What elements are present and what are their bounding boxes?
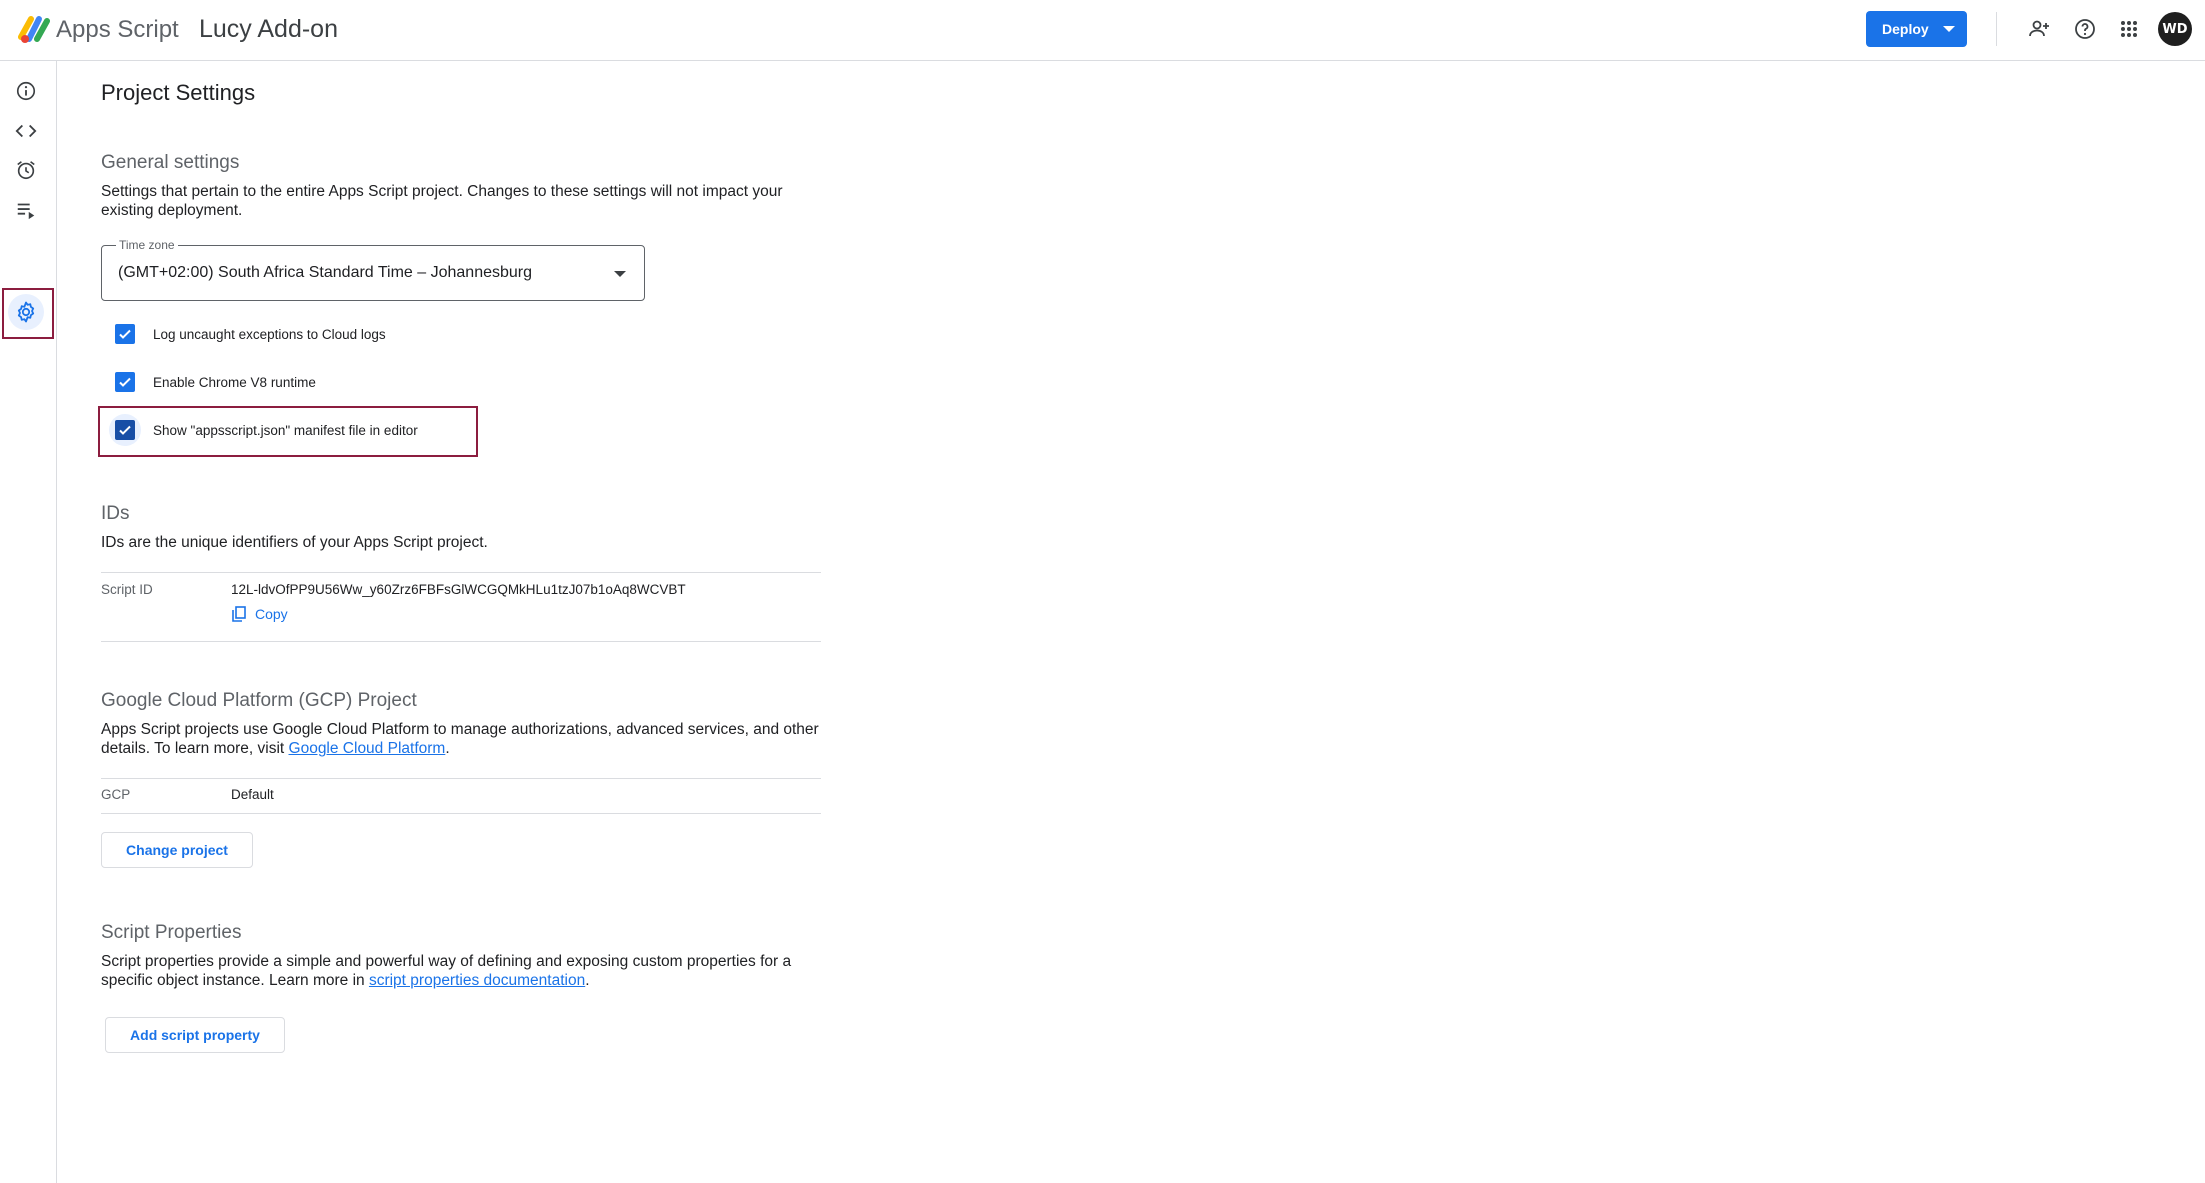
gcp-value: Default <box>231 787 274 802</box>
overview-info-icon[interactable] <box>10 75 42 107</box>
script-properties-docs-link[interactable]: script properties documentation <box>369 972 585 989</box>
divider <box>101 778 821 779</box>
project-name[interactable]: Lucy Add-on <box>199 14 338 44</box>
account-avatar[interactable]: WD <box>2158 12 2192 46</box>
gcp-description-suffix: . <box>445 740 450 757</box>
timezone-select[interactable]: Time zone (GMT+02:00) South Africa Stand… <box>101 237 645 301</box>
timezone-label: Time zone <box>116 237 178 253</box>
script-properties-suffix: . <box>585 972 590 989</box>
gcp-link[interactable]: Google Cloud Platform <box>289 740 446 757</box>
gcp-label: GCP <box>101 787 131 802</box>
checkbox-checked-icon[interactable] <box>115 324 135 344</box>
gcp-description-text: Apps Script projects use Google Cloud Pl… <box>101 721 819 757</box>
add-script-property-button[interactable]: Add script property <box>105 1017 285 1053</box>
checkbox-log-exceptions[interactable]: Log uncaught exceptions to Cloud logs <box>115 317 386 351</box>
checkbox-label: Enable Chrome V8 runtime <box>153 374 316 390</box>
gcp-title: Google Cloud Platform (GCP) Project <box>101 690 417 711</box>
gcp-description: Apps Script projects use Google Cloud Pl… <box>101 720 821 758</box>
share-person-add-icon[interactable] <box>2024 14 2054 44</box>
ids-description: IDs are the unique identifiers of your A… <box>101 534 488 551</box>
checkbox-checked-icon[interactable] <box>115 372 135 392</box>
copy-button[interactable]: Copy <box>231 606 288 622</box>
divider <box>101 572 821 573</box>
help-icon[interactable] <box>2070 14 2100 44</box>
rail-highlight-annotation <box>2 288 54 339</box>
timezone-value: (GMT+02:00) South Africa Standard Time –… <box>118 264 533 281</box>
header-divider <box>1996 12 1997 46</box>
ids-title: IDs <box>101 503 130 524</box>
divider <box>101 813 821 814</box>
dropdown-arrow-icon <box>614 271 626 277</box>
page-title: Project Settings <box>101 80 256 105</box>
top-app-bar: Apps Script Lucy Add-on Deploy WD <box>0 0 2205 61</box>
deploy-button[interactable]: Deploy <box>1866 11 1967 47</box>
change-project-button[interactable]: Change project <box>101 832 253 868</box>
script-properties-title: Script Properties <box>101 922 242 943</box>
apps-script-logo-icon[interactable] <box>17 13 51 45</box>
checkbox-v8-runtime[interactable]: Enable Chrome V8 runtime <box>115 365 316 399</box>
script-id-label: Script ID <box>101 582 153 597</box>
copy-icon <box>232 606 246 622</box>
chevron-down-icon <box>1942 26 1955 32</box>
general-settings-description: Settings that pertain to the entire Apps… <box>101 183 783 219</box>
editor-code-icon[interactable] <box>10 115 42 147</box>
script-properties-description: Script properties provide a simple and p… <box>101 952 821 990</box>
triggers-alarm-icon[interactable] <box>10 154 42 186</box>
deploy-button-label: Deploy <box>1882 21 1929 37</box>
checkbox-label: Log uncaught exceptions to Cloud logs <box>153 326 386 342</box>
general-settings-title: General settings <box>101 152 240 173</box>
executions-icon[interactable] <box>10 194 42 226</box>
divider <box>101 641 821 642</box>
script-id-value[interactable]: 12L-ldvOfPP9U56Ww_y60Zrz6FBFsGlWCGQMkHLu… <box>231 582 686 597</box>
side-navigation-rail <box>0 61 57 1183</box>
copy-label: Copy <box>255 606 288 622</box>
brand-name[interactable]: Apps Script <box>56 16 179 44</box>
manifest-highlight-annotation <box>98 406 478 457</box>
apps-grid-icon[interactable] <box>2114 14 2144 44</box>
